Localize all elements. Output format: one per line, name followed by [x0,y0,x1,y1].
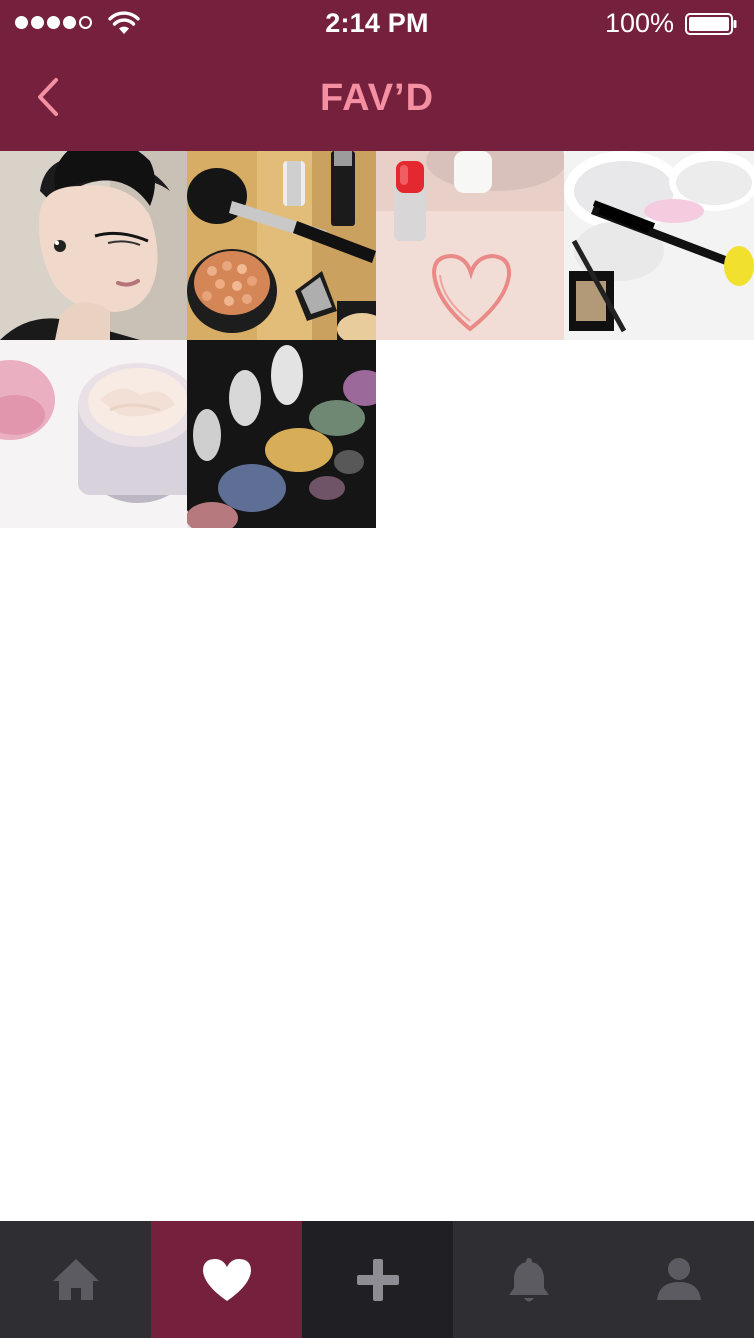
home-icon [52,1258,99,1300]
favorite-photo-6[interactable] [187,340,376,528]
battery-percent: 100% [604,8,674,38]
status-bar: 2:14 PM 100% [0,0,754,48]
page-title: FAV’D [319,77,435,119]
person-icon [657,1257,701,1300]
favorite-photo-3[interactable] [376,151,564,340]
favorite-photo-2[interactable] [187,151,376,340]
tab-add[interactable] [302,1221,453,1338]
tab-notifications[interactable] [453,1221,604,1338]
bell-icon [508,1257,549,1301]
tab-favorites[interactable] [151,1221,302,1338]
app-header: 2:14 PM 100% FAV’D [0,0,754,151]
favorites-grid [0,151,754,528]
plus-icon [356,1258,399,1301]
favorite-photo-1[interactable] [0,151,187,340]
tab-home[interactable] [0,1221,151,1338]
battery-icon [685,13,737,35]
tab-profile[interactable] [604,1221,754,1338]
heart-icon [202,1258,251,1301]
tab-bar [0,1221,754,1338]
favorite-photo-4[interactable] [564,151,754,340]
favorite-photo-5[interactable] [0,340,187,528]
